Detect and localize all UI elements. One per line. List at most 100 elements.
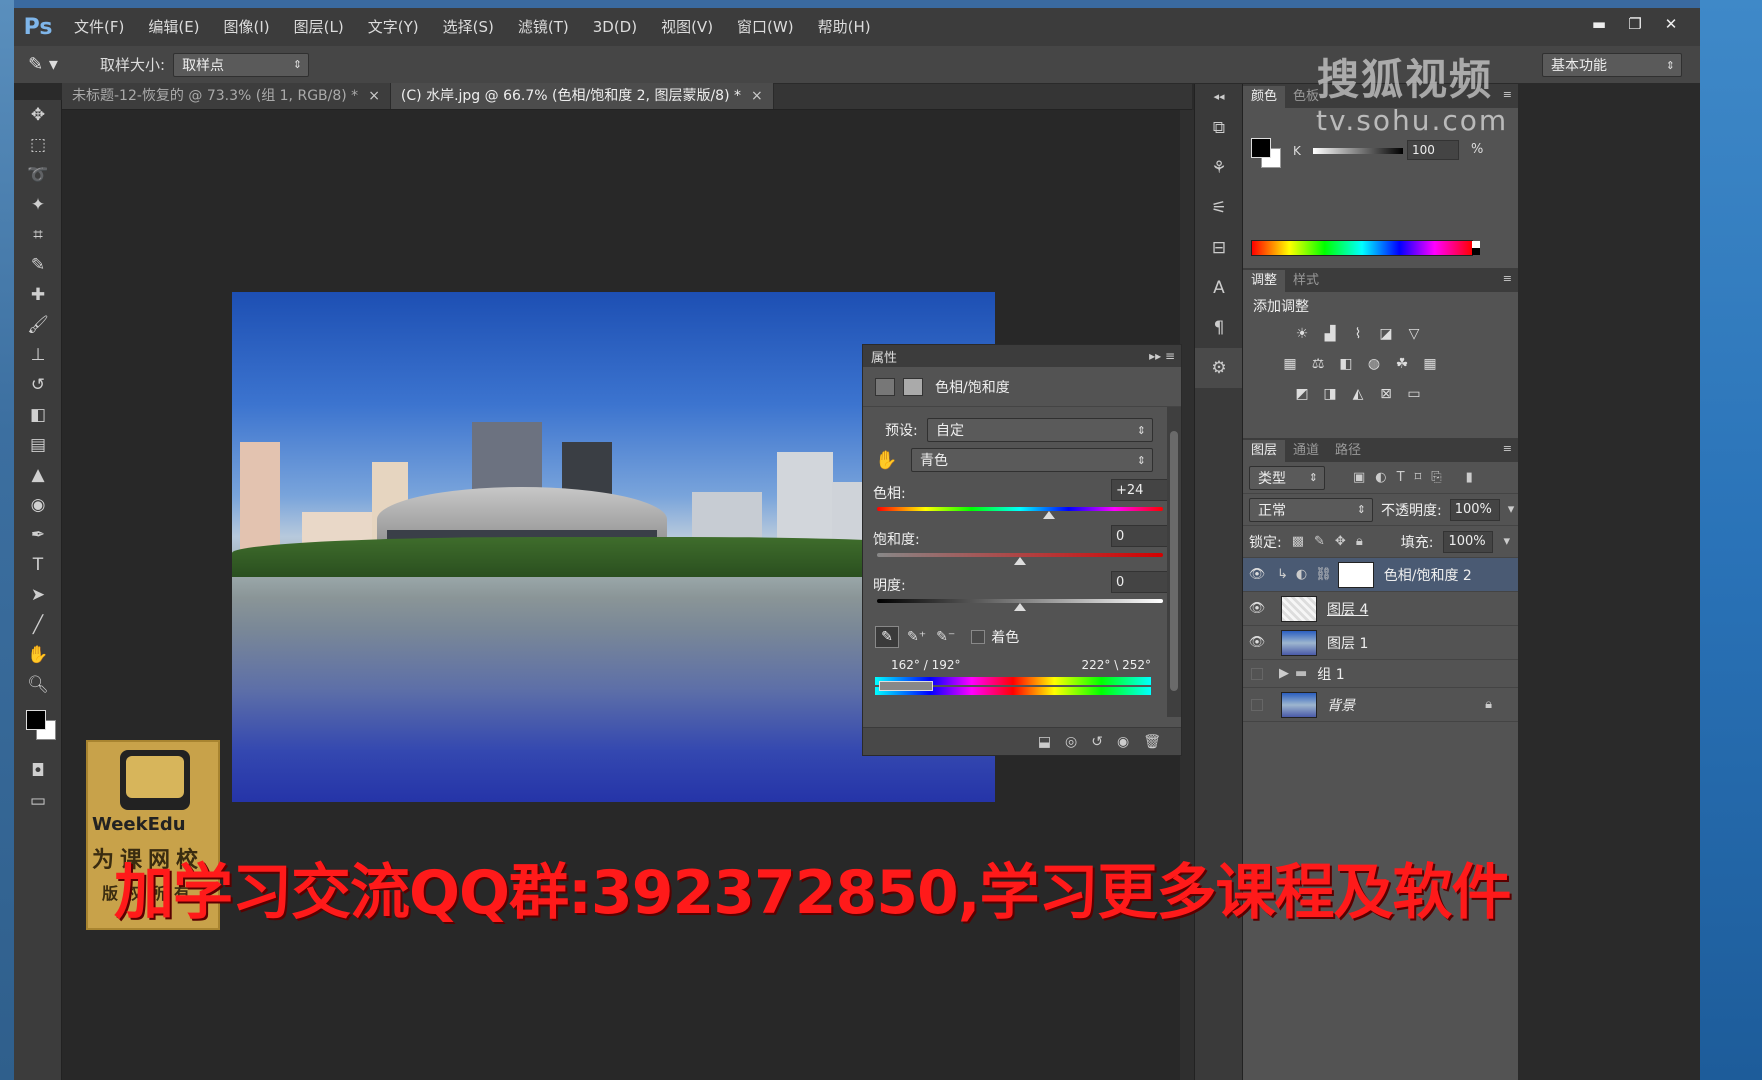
menu-help[interactable]: 帮助(H) [806, 8, 883, 46]
menu-image[interactable]: 图像(I) [212, 8, 282, 46]
levels-icon[interactable]: ▟ [1321, 326, 1339, 342]
lock-all-icon[interactable]: 🔒︎ [1356, 534, 1363, 549]
view-previous-icon[interactable]: ◎ [1065, 734, 1077, 750]
invert-icon[interactable]: ◩ [1293, 386, 1311, 402]
targeted-adjustment-hand-icon[interactable]: ✋ [875, 450, 897, 471]
layer-filter-select[interactable]: 类型 [1249, 465, 1325, 490]
properties-scrollbar[interactable] [1167, 407, 1181, 717]
character-icon[interactable]: A [1195, 268, 1243, 308]
history-icon[interactable]: ⧉ [1195, 108, 1243, 148]
workspace-select[interactable]: 基本功能 [1542, 53, 1682, 77]
filter-smart-object-icon[interactable]: ⎘ [1431, 470, 1441, 485]
color-balance-icon[interactable]: ⚖ [1309, 356, 1327, 372]
history-brush-tool-icon[interactable]: ↺ [14, 370, 62, 400]
eye-icon[interactable]: 👁︎ [1243, 567, 1271, 582]
clip-to-layer-icon[interactable]: ⬓ [1038, 734, 1051, 750]
layer-row-group-1[interactable]: ▶ ▬ 组 1 [1243, 660, 1518, 688]
close-button[interactable]: ✕ [1654, 12, 1688, 36]
filter-toggle-icon[interactable]: ▮ [1466, 470, 1473, 485]
preset-select[interactable]: 自定 [927, 418, 1153, 442]
magic-wand-tool-icon[interactable]: ✦ [14, 190, 62, 220]
properties-toggle-icon[interactable]: ⚙ [1195, 348, 1243, 388]
sample-size-select[interactable]: 取样点 [173, 52, 310, 77]
path-selection-tool-icon[interactable]: ➤ [14, 580, 62, 610]
menu-file[interactable]: 文件(F) [62, 8, 136, 46]
threshold-icon[interactable]: ◭ [1349, 386, 1367, 402]
color-range-bars[interactable] [863, 675, 1181, 699]
minimize-button[interactable]: ▬ [1582, 12, 1616, 36]
close-tab-icon[interactable]: × [368, 88, 380, 104]
saturation-slider-thumb[interactable] [1014, 557, 1026, 565]
panel-menu-icon[interactable]: ▸▸ ≡ [1149, 349, 1175, 363]
eraser-tool-icon[interactable]: ◧ [14, 400, 62, 430]
menu-edit[interactable]: 编辑(E) [136, 8, 211, 46]
brush-presets-icon[interactable]: ⚘ [1195, 148, 1243, 188]
hue-saturation-icon[interactable]: ▦ [1281, 356, 1299, 372]
panel-menu-icon[interactable]: ≡ [1503, 272, 1512, 285]
foreground-color-swatch[interactable] [1251, 138, 1271, 158]
menu-select[interactable]: 选择(S) [431, 8, 506, 46]
channel-select[interactable]: 青色 [911, 448, 1153, 472]
menu-filter[interactable]: 滤镜(T) [506, 8, 581, 46]
lightness-value-field[interactable]: 0 [1111, 571, 1169, 593]
eyedropper-icon[interactable]: ✎ [875, 626, 899, 648]
menu-3d[interactable]: 3D(D) [581, 8, 649, 46]
paragraph-icon[interactable]: ¶ [1195, 308, 1243, 348]
trash-icon[interactable]: 🗑 [1143, 734, 1161, 750]
maximize-button[interactable]: ❐ [1618, 12, 1652, 36]
foreground-color-swatch[interactable] [26, 710, 46, 730]
opacity-dropdown-icon[interactable]: ▾ [1508, 502, 1515, 517]
screen-mode-icon[interactable]: ▭ [14, 786, 62, 816]
blur-tool-icon[interactable]: ▲ [14, 460, 62, 490]
saturation-value-field[interactable]: 0 [1111, 525, 1169, 547]
lasso-tool-icon[interactable]: ➰ [14, 160, 62, 190]
panel-menu-icon[interactable]: ≡ [1503, 88, 1512, 101]
vibrance-icon[interactable]: ▽ [1405, 326, 1423, 342]
colorize-checkbox[interactable] [971, 630, 986, 644]
eyedropper-plus-icon[interactable]: ✎⁺ [907, 629, 926, 645]
gradient-map-icon[interactable]: ▭ [1405, 386, 1423, 402]
doc-tab-untitled[interactable]: 未标题-12-恢复的 @ 73.3% (组 1, RGB/8) * × [62, 83, 391, 109]
properties-panel-header[interactable]: 属性 ▸▸ ≡ [863, 345, 1181, 367]
zoom-tool-icon[interactable]: 🔍︎ [14, 670, 62, 700]
blend-mode-select[interactable]: 正常 [1249, 497, 1373, 522]
eyedropper-minus-icon[interactable]: ✎⁻ [936, 629, 955, 645]
lock-position-icon[interactable]: ✥ [1335, 534, 1346, 549]
filter-shape-icon[interactable]: ⌑ [1415, 470, 1422, 485]
clone-source-icon[interactable]: ⊟ [1195, 228, 1243, 268]
stamp-tool-icon[interactable]: ⊥ [14, 340, 62, 370]
filter-adjustment-icon[interactable]: ◐ [1375, 470, 1386, 485]
menu-view[interactable]: 视图(V) [649, 8, 725, 46]
channel-mixer-icon[interactable]: ☘ [1393, 356, 1411, 372]
hand-tool-icon[interactable]: ✋ [14, 640, 62, 670]
hue-value-field[interactable]: +24 [1111, 479, 1169, 501]
quick-mask-icon[interactable]: ◘ [14, 756, 62, 786]
chain-link-icon[interactable]: ⛓ [1315, 567, 1332, 582]
menu-window[interactable]: 窗口(W) [725, 8, 806, 46]
gradient-tool-icon[interactable]: ▤ [14, 430, 62, 460]
tab-layers[interactable]: 图层 [1243, 440, 1286, 462]
layer-row-layer-4[interactable]: 👁︎ 图层 4 [1243, 592, 1518, 626]
tab-paths[interactable]: 路径 [1327, 440, 1369, 462]
lock-transparent-icon[interactable]: ▩ [1292, 534, 1304, 549]
scrollbar-thumb[interactable] [1170, 431, 1178, 691]
brush-tool-icon[interactable]: 🖌 [14, 310, 62, 340]
eyedropper-tool-icon[interactable]: ✎ [14, 250, 62, 280]
exposure-icon[interactable]: ◪ [1377, 326, 1395, 342]
k-value-field[interactable]: 100 [1407, 140, 1459, 160]
selective-color-icon[interactable]: ⊠ [1377, 386, 1395, 402]
crop-tool-icon[interactable]: ⌗ [14, 220, 62, 250]
line-tool-icon[interactable]: ╱ [14, 610, 62, 640]
posterize-icon[interactable]: ◨ [1321, 386, 1339, 402]
layer-row-layer-1[interactable]: 👁︎ 图层 1 [1243, 626, 1518, 660]
opacity-field[interactable]: 100% [1449, 498, 1500, 521]
hue-slider-track[interactable] [877, 507, 1163, 511]
color-spectrum-bar[interactable] [1251, 240, 1480, 256]
marquee-tool-icon[interactable]: ⬚ [14, 130, 62, 160]
layer-row-background[interactable]: 背景 🔒︎ [1243, 688, 1518, 722]
menu-layer[interactable]: 图层(L) [282, 8, 356, 46]
menu-type[interactable]: 文字(Y) [356, 8, 431, 46]
adjust-sliders-icon[interactable]: ⚟ [1195, 188, 1243, 228]
color-lookup-icon[interactable]: ▦ [1421, 356, 1439, 372]
fill-field[interactable]: 100% [1443, 530, 1494, 553]
